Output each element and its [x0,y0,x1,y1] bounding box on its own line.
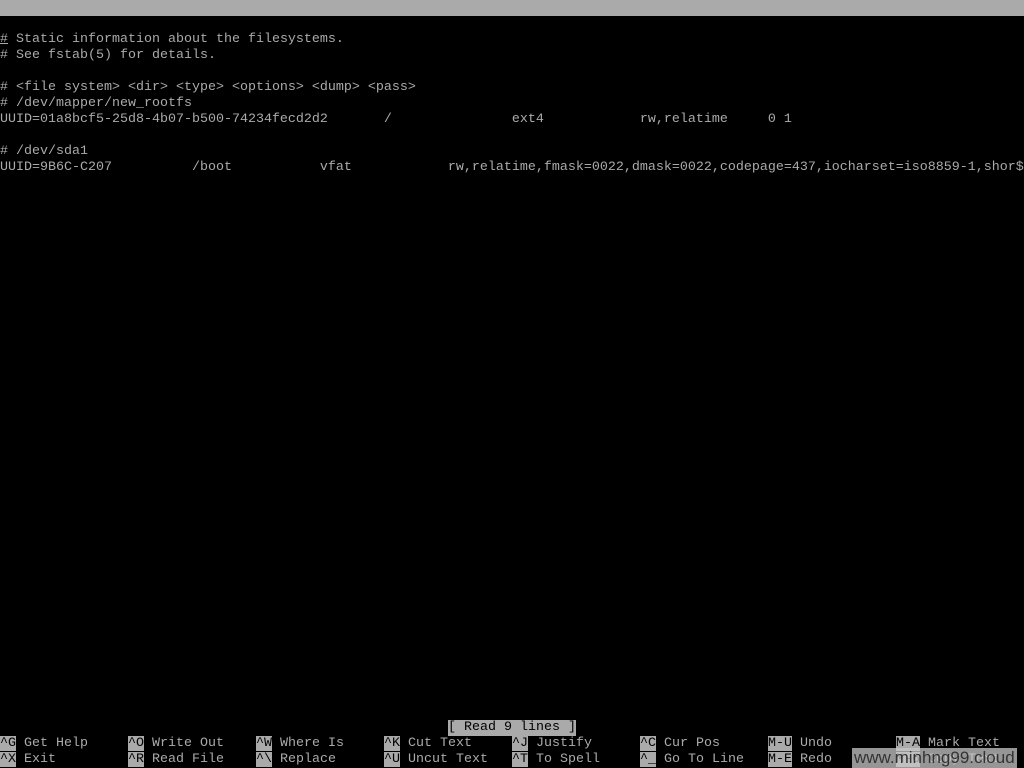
shortcut-cut-text[interactable]: ^K Cut Text [384,736,472,752]
watermark: www.minhng99.cloud [852,748,1017,768]
shortcut-label: To Spell [536,752,600,767]
shortcut-label: Where Is [280,736,344,751]
shortcut-label: Undo [800,736,832,751]
shortcut-key: ^C [640,736,656,751]
shortcut-label: Uncut Text [408,752,488,767]
shortcut-key: M-U [768,736,792,751]
editor-line[interactable]: UUID=01a8bcf5-25d8-4b07-b500-74234fecd2d… [0,112,792,128]
shortcut-key: ^R [128,752,144,767]
shortcut-read-file[interactable]: ^R Read File [128,752,224,768]
shortcut-key: ^G [0,736,16,751]
editor-line[interactable]: # /dev/sda1 [0,144,88,160]
shortcut-key: ^W [256,736,272,751]
shortcut-label: Cut Text [408,736,472,751]
shortcut-key: ^O [128,736,144,751]
shortcut-justify[interactable]: ^J Justify [512,736,592,752]
shortcut-key: ^_ [640,752,656,767]
shortcut-get-help[interactable]: ^G Get Help [0,736,88,752]
editor-line[interactable]: # See fstab(5) for details. [0,48,216,64]
shortcut-key: ^T [512,752,528,767]
shortcut-redo[interactable]: M-E Redo [768,752,832,768]
text-cursor: # [0,32,8,47]
shortcut-exit[interactable]: ^X Exit [0,752,56,768]
app-version: GNU nano 3.1 [16,16,112,31]
shortcut-to-spell[interactable]: ^T To Spell [512,752,600,768]
shortcut-uncut-text[interactable]: ^U Uncut Text [384,752,488,768]
editor-line[interactable]: UUID=9B6C-C207 /boot vfat rw,relatime,fm… [0,160,1024,176]
shortcut-label: Justify [536,736,592,751]
editor-line[interactable]: # Static information about the filesyste… [0,32,344,48]
shortcut-where-is[interactable]: ^W Where Is [256,736,344,752]
editor-line[interactable]: # /dev/mapper/new_rootfs [0,96,192,112]
shortcut-cur-pos[interactable]: ^C Cur Pos [640,736,720,752]
shortcut-label: Replace [280,752,336,767]
shortcut-label: Exit [24,752,56,767]
title-bar: GNU nano 3.1 /mnt/etc/fstab [0,0,1024,47]
shortcut-label: Go To Line [664,752,744,767]
shortcut-label: Get Help [24,736,88,751]
shortcut-go-to-line[interactable]: ^_ Go To Line [640,752,744,768]
shortcut-label: Read File [152,752,224,767]
shortcut-replace[interactable]: ^\ Replace [256,752,336,768]
shortcut-label: Write Out [152,736,224,751]
shortcut-undo[interactable]: M-U Undo [768,736,832,752]
shortcut-key: ^K [384,736,400,751]
shortcut-label: Cur Pos [664,736,720,751]
shortcut-key: ^\ [256,752,272,767]
shortcut-key: ^U [384,752,400,767]
shortcut-key: ^X [0,752,16,767]
status-message: [ Read 9 lines ] [448,720,576,736]
shortcut-label: Redo [800,752,832,767]
shortcut-write-out[interactable]: ^O Write Out [128,736,224,752]
shortcut-key: M-E [768,752,792,767]
editor-line[interactable]: # <file system> <dir> <type> <options> <… [0,80,416,96]
shortcut-key: ^J [512,736,528,751]
